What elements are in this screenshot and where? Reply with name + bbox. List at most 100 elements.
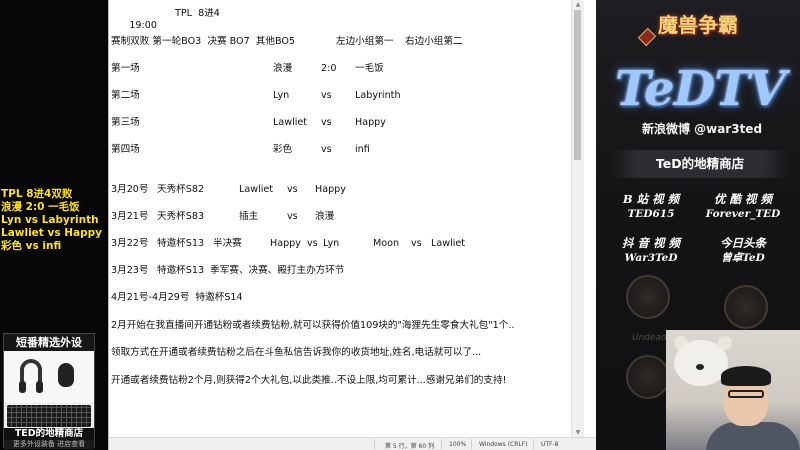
schedule-player-1: 插主 (239, 211, 259, 222)
schedule-vs: vs (287, 184, 298, 195)
nightelf-emblem-icon (626, 355, 670, 399)
note-line: TPL 8进4双败 (1, 188, 73, 200)
right-overlay-panel: 魔兽争霸 TeDTV 新浪微博 @war3ted TeD的地精商店 B 站 视 … (596, 0, 800, 450)
schedule-vs: vs (307, 238, 318, 249)
streamer-hair (721, 366, 771, 386)
match-vs: vs (321, 117, 332, 128)
warcraft-logo: 魔兽争霸 (658, 13, 738, 37)
streamer-body (706, 422, 800, 450)
weibo-handle: 新浪微博 @war3ted (641, 122, 763, 136)
shop-header: TeD的地精商店 (610, 150, 790, 178)
match-score: 2:0 (321, 63, 337, 74)
line-ending: Windows (CRLF) (479, 441, 528, 448)
schedule-player-1: Happy (270, 238, 301, 249)
social-name: 优 酷 视 频 (713, 192, 772, 206)
schedule-date: 3月22号 (111, 238, 149, 249)
human-emblem-icon (626, 275, 670, 319)
status-divider (533, 439, 534, 449)
match-player-1: 彩色 (273, 144, 293, 155)
schedule-date: 3月21号 (111, 211, 149, 222)
s14-text: 4月21号-4月29号 特邀杯S14 (111, 292, 243, 303)
vertical-scrollbar[interactable]: ▲ ▼ (571, 0, 584, 438)
schedule-event: 天秀杯S82 (157, 184, 205, 195)
schedule-event: 天秀杯S83 (157, 211, 205, 222)
tedtv-logo: TeDTV (614, 61, 786, 117)
promo-products (4, 351, 94, 403)
notice-text: 开通或者续费钻粉2个月,则获得2个大礼包,以此类推..不设上限,均可累计...感… (111, 375, 507, 386)
note-line: 彩色 vs infi (1, 240, 62, 252)
schedule-player-2: 浪漫 (315, 211, 335, 222)
plush-bear (674, 340, 728, 386)
match-label: 第三场 (111, 117, 140, 128)
match-vs: vs (321, 90, 332, 101)
match-label: 第二场 (111, 90, 140, 101)
status-divider (374, 439, 375, 449)
scrollbar-thumb[interactable] (574, 10, 581, 160)
social-name: 今日头条 (720, 236, 766, 250)
note-line: 浪漫 2:0 一毛饭 (1, 201, 80, 213)
left-overlay-panel: TPL 8进4双败 浪漫 2:0 一毛饭 Lyn vs Labyrinth La… (0, 0, 108, 450)
headset-icon (19, 359, 43, 393)
orc-emblem-icon (724, 285, 768, 329)
schedule-player-2: Lyn (323, 238, 340, 249)
group-right-text: 右边小组第二 (405, 36, 463, 47)
match-notes: TPL 8进4双败 浪漫 2:0 一毛饭 Lyn vs Labyrinth La… (1, 188, 107, 253)
social-name: 抖 音 视 频 (621, 236, 680, 250)
event-title: TPL 8进4 (175, 8, 220, 19)
schedule-date: 3月23号 (111, 265, 149, 276)
schedule-player-1: Lawliet (239, 184, 274, 195)
promo-title: 短番精选外设 (4, 334, 94, 351)
mouse-icon (58, 363, 74, 387)
match-label: 第四场 (111, 144, 140, 155)
schedule-player-3: Moon (373, 238, 400, 249)
encoding: UTF-8 (541, 441, 559, 448)
notice-text: 领取方式在开通或者续费钻粉之后在斗鱼私信告诉我你的收货地址,姓名,电话就可以了.… (111, 347, 482, 358)
match-player-1: Lawliet (273, 117, 308, 128)
social-id: Forever_TED (705, 208, 781, 220)
status-divider (471, 439, 472, 449)
zoom-level: 100% (449, 441, 467, 448)
cursor-position: 第 5 行，第 60 列 (385, 443, 435, 450)
match-player-2: Labyrinth (355, 90, 401, 101)
social-youku: 优 酷 视 频 Forever_TED (698, 192, 788, 221)
schedule-date: 3月20号 (111, 184, 149, 195)
notepad-window: 19:00 TPL 8进4 赛制双败 第一轮BO3 决赛 BO7 其他BO5 左… (108, 0, 597, 450)
social-name: B 站 视 频 (622, 192, 680, 206)
promo-subtitle: 更多外设装备 进店查看 (4, 440, 94, 449)
social-toutiao: 今日头条 曾卓TeD (698, 236, 788, 265)
emblem-caption: Undead (632, 333, 667, 343)
plush-bear-nose (696, 364, 704, 370)
glasses-icon (728, 390, 764, 398)
notice-text: 2月开始在我直播间开通钻粉或者续费钻粉,就可以获得价值109块的"海狸先生零食大… (111, 320, 515, 331)
social-id: War3TeD (624, 252, 678, 264)
schedule-player-4: Lawliet (431, 238, 466, 249)
schedule-round: 半决赛 (213, 238, 242, 249)
format-text: 赛制双败 第一轮BO3 决赛 BO7 其他BO5 (111, 36, 296, 47)
match-label: 第一场 (111, 63, 140, 74)
note-line: Lawliet vs Happy (1, 227, 102, 239)
social-id: TED615 (627, 208, 675, 220)
note-line: Lyn vs Labyrinth (1, 214, 99, 226)
status-bar: 第 5 行，第 60 列 100% Windows (CRLF) UTF-8 (109, 437, 597, 450)
time-text: 19:00 (129, 20, 157, 31)
social-bilibili: B 站 视 频 TED615 (606, 192, 696, 221)
promo-shop-name: TED的地精商店 (4, 428, 94, 440)
match-player-2: 一毛饭 (355, 63, 384, 74)
social-douyin: 抖 音 视 频 War3TeD (606, 236, 696, 265)
schedule-vs: vs (411, 238, 422, 249)
social-id: 曾卓TeD (721, 252, 765, 264)
match-player-1: Lyn (273, 90, 290, 101)
text-editor[interactable]: 19:00 TPL 8进4 赛制双败 第一轮BO3 决赛 BO7 其他BO5 左… (109, 0, 584, 438)
group-left-text: 左边小组第一 (336, 36, 394, 47)
match-player-1: 浪漫 (273, 63, 293, 74)
peripherals-promo: 短番精选外设 TED的地精商店 更多外设装备 进店查看 (3, 333, 95, 449)
schedule-event: 特邀杯S13 季军赛、决赛、殿打主办方环节 (157, 265, 345, 276)
schedule-player-2: Happy (315, 184, 346, 195)
match-vs: vs (321, 144, 332, 155)
scroll-up-icon[interactable]: ▲ (572, 0, 584, 10)
webcam-feed (666, 330, 800, 450)
match-player-2: infi (355, 144, 370, 155)
match-player-2: Happy (355, 117, 386, 128)
status-divider (441, 439, 442, 449)
schedule-vs: vs (287, 211, 298, 222)
